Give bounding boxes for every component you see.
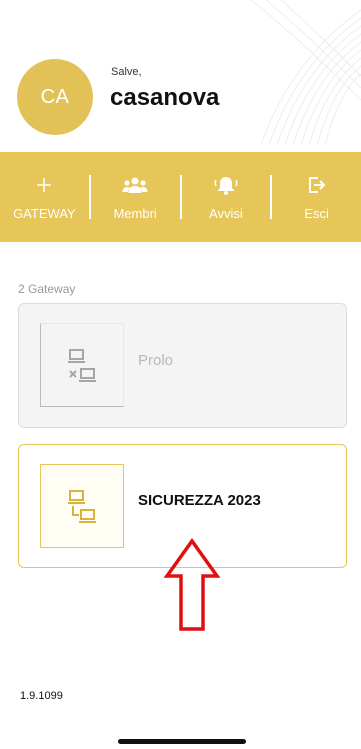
up-arrow-icon (163, 538, 221, 631)
alerts-button[interactable]: Avvisi (182, 152, 271, 242)
gateway-thumbnail (40, 464, 124, 548)
gateway-online-icon (68, 490, 96, 523)
add-gateway-button[interactable]: GATEWAY (0, 152, 89, 242)
users-icon (122, 174, 148, 196)
members-label: Membri (113, 205, 157, 221)
plus-icon (35, 174, 53, 196)
logout-label: Esci (304, 205, 329, 221)
alerts-label: Avvisi (209, 205, 243, 221)
avatar-initials: CA (40, 85, 70, 108)
app-version: 1.9.1099 (20, 690, 63, 702)
avatar[interactable]: CA (17, 59, 93, 135)
decorative-background-lines (250, 0, 361, 145)
gateway-card-prolo[interactable]: Prolo (18, 303, 347, 428)
username: casanova (110, 84, 220, 111)
bell-icon (213, 174, 239, 196)
members-button[interactable]: Membri (91, 152, 180, 242)
gateway-thumbnail (40, 323, 124, 407)
gateway-name: SICUREZZA 2023 (138, 492, 261, 509)
add-gateway-label: GATEWAY (13, 205, 76, 221)
greeting-text: Salve, (111, 66, 142, 78)
header: CA Salve, casanova (0, 0, 361, 152)
exit-icon (308, 174, 326, 196)
action-toolbar: GATEWAY Membri Avvisi Esci (0, 152, 361, 242)
home-indicator[interactable] (118, 739, 246, 744)
logout-button[interactable]: Esci (272, 152, 361, 242)
gateway-offline-icon (68, 349, 96, 382)
app-screen: CA Salve, casanova GATEWAY Membri Avvisi… (0, 0, 361, 749)
gateway-count: 2 Gateway (18, 282, 76, 296)
gateway-name: Prolo (138, 352, 174, 369)
